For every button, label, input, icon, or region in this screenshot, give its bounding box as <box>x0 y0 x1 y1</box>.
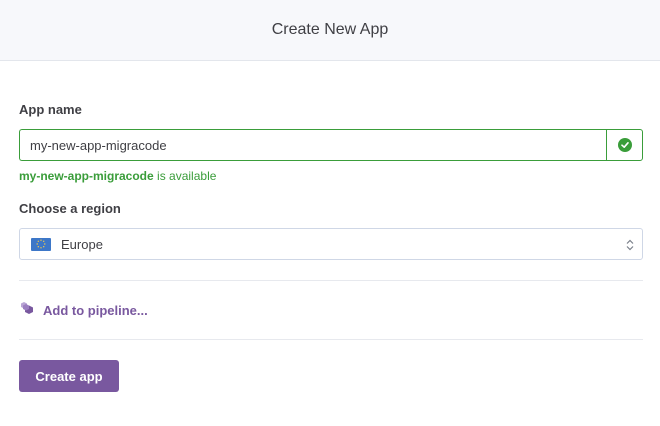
pipeline-icon <box>19 300 35 321</box>
availability-status <box>606 129 643 161</box>
eu-flag-icon <box>31 237 51 251</box>
region-label: Choose a region <box>19 201 121 216</box>
app-name-field-group <box>19 129 643 161</box>
chevron-up-down-icon <box>626 238 634 256</box>
divider <box>19 280 643 281</box>
header: Create New App <box>0 0 660 61</box>
page-title: Create New App <box>271 21 389 38</box>
region-selected-value: Europe <box>61 236 103 252</box>
region-select[interactable]: Europe <box>19 228 643 260</box>
check-circle-icon <box>617 138 632 152</box>
create-app-button[interactable]: Create app <box>19 360 119 392</box>
availability-message: my-new-app-migracode is available <box>19 169 216 183</box>
add-to-pipeline-link[interactable]: Add to pipeline... <box>19 300 148 321</box>
app-name-input[interactable] <box>19 129 607 161</box>
availability-app-name: my-new-app-migracode <box>19 169 154 183</box>
availability-suffix: is available <box>153 169 217 183</box>
add-to-pipeline-label: Add to pipeline... <box>43 303 148 318</box>
app-name-label: App name <box>19 102 82 117</box>
divider <box>19 339 643 340</box>
